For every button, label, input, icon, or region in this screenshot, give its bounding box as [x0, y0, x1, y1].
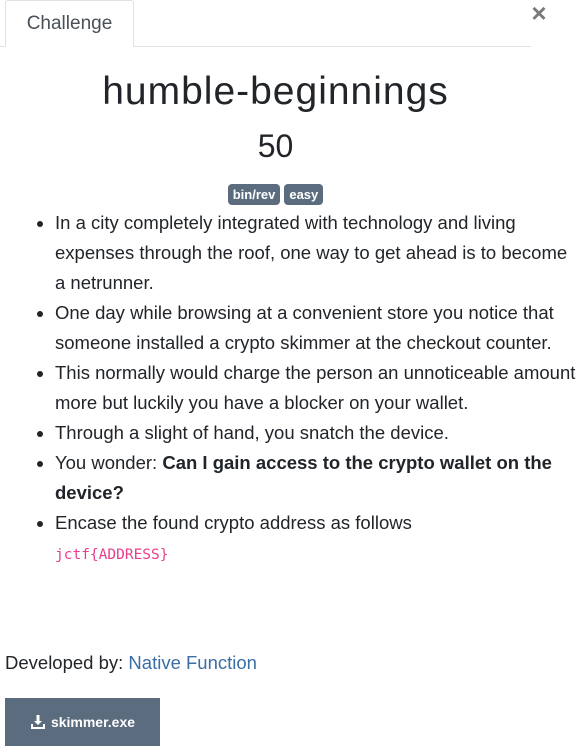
download-file-button[interactable]: skimmer.exe: [5, 698, 160, 746]
tab-challenge[interactable]: Challenge: [5, 0, 134, 47]
download-icon: [30, 714, 46, 730]
description-item: One day while browsing at a convenient s…: [55, 298, 579, 358]
description-item: Encase the found crypto address as follo…: [55, 508, 579, 570]
description-item: You wonder: Can I gain access to the cry…: [55, 448, 579, 508]
challenge-title: humble-beginnings: [102, 70, 449, 113]
download-file-label: skimmer.exe: [50, 714, 136, 730]
description-item: Through a slight of hand, you snatch the…: [55, 418, 579, 448]
description-text: Encase the found crypto address as follo…: [55, 512, 412, 533]
challenge-points: 50: [257, 128, 294, 164]
tab-bar: Challenge: [0, 0, 531, 47]
flag-format-code: jctf{ADDRESS}: [55, 547, 169, 563]
developer-link[interactable]: Native Function: [128, 652, 257, 673]
close-icon[interactable]: ×: [527, 0, 551, 28]
description-prefix: You wonder:: [55, 452, 163, 473]
description-item: This normally would charge the person an…: [55, 358, 579, 418]
challenge-tags: bin/rev easy: [0, 184, 551, 205]
developer-credit: Developed by: Native Function: [5, 652, 257, 674]
developer-label: Developed by:: [5, 652, 124, 673]
challenge-description: In a city completely integrated with tec…: [27, 208, 579, 570]
tag-badge-difficulty: easy: [284, 184, 324, 205]
description-item: In a city completely integrated with tec…: [55, 208, 579, 298]
tag-badge-category: bin/rev: [227, 184, 281, 205]
